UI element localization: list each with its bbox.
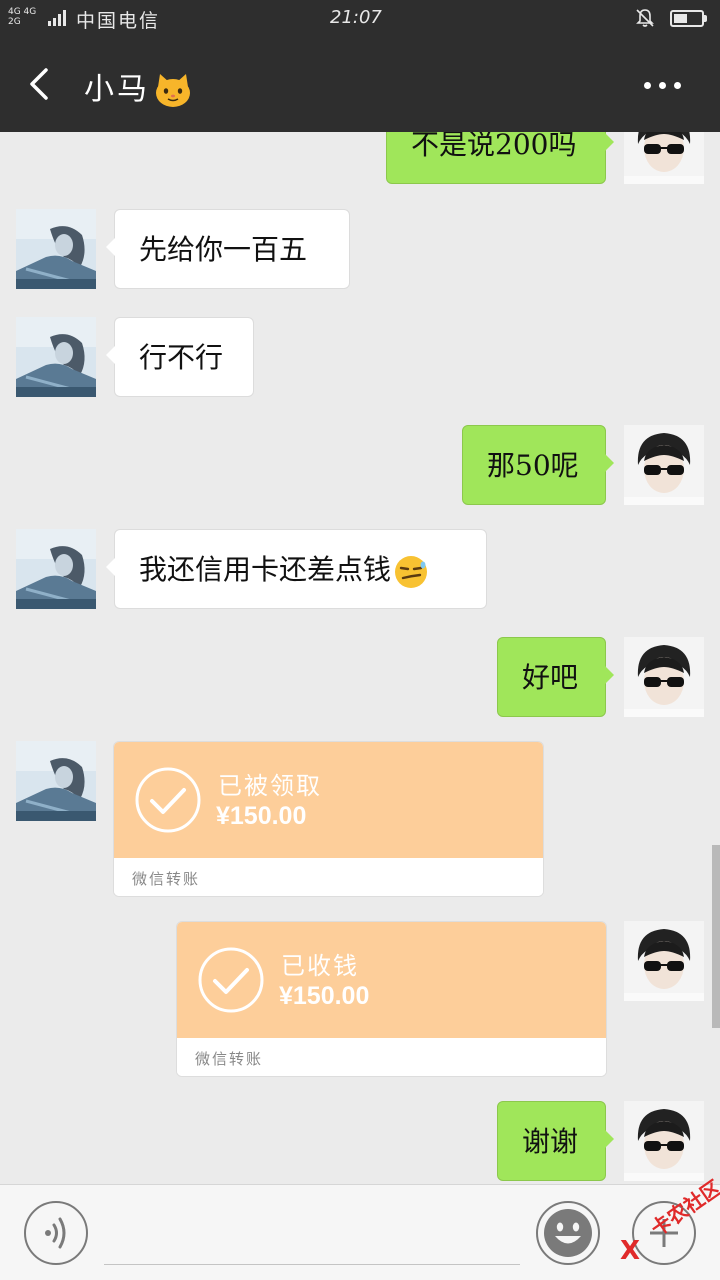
voice-icon xyxy=(45,1217,66,1249)
transfer-amount: ¥150.00 xyxy=(216,802,307,830)
transfer-label: 微信转账 xyxy=(195,1050,264,1068)
avatar-self[interactable] xyxy=(624,1101,704,1181)
battery-level xyxy=(674,14,687,23)
transfer-status: 已收钱 xyxy=(281,952,359,980)
battery-tip xyxy=(704,15,707,22)
chat-title: 小马 xyxy=(84,64,192,109)
message-bubble-outgoing[interactable]: 不是说200吗 xyxy=(386,132,614,184)
transfer-card-incoming[interactable]: 已被领取 ¥150.00 微信转账 xyxy=(113,741,544,897)
self-avatar-image xyxy=(624,425,704,505)
self-avatar-image xyxy=(624,637,704,717)
message-text: 我还信用卡还差点钱 xyxy=(139,553,392,586)
self-avatar-image xyxy=(624,132,704,184)
carrier-name: 中国电信 xyxy=(76,10,161,32)
message-text: 好吧 xyxy=(522,661,579,694)
signal-bars-icon xyxy=(48,10,66,26)
contact-name: 小马 xyxy=(84,72,150,107)
transfer-label: 微信转账 xyxy=(132,870,201,888)
clock: 21:07 xyxy=(330,7,382,28)
emoji-button[interactable] xyxy=(536,1201,600,1265)
smirk-face-icon xyxy=(395,555,428,588)
transfer-card-footer: 微信转账 xyxy=(114,858,543,896)
avatar-contact[interactable] xyxy=(16,741,96,821)
message-text: 谢谢 xyxy=(522,1125,579,1158)
message-bubble-incoming[interactable]: 我还信用卡还差点钱 xyxy=(106,529,487,609)
contact-avatar-image xyxy=(16,741,96,821)
avatar-self[interactable] xyxy=(624,921,704,1001)
message-bubble-outgoing[interactable]: 好吧 xyxy=(497,637,614,717)
transfer-amount: ¥150.00 xyxy=(279,982,370,1010)
avatar-contact[interactable] xyxy=(16,529,96,609)
contact-avatar-image xyxy=(16,317,96,397)
avatar-contact[interactable] xyxy=(16,317,96,397)
cat-face-icon xyxy=(156,73,190,107)
notifications-muted-icon xyxy=(636,9,654,27)
avatar-self[interactable] xyxy=(624,425,704,505)
input-bar xyxy=(0,1184,720,1280)
self-avatar-image xyxy=(624,921,704,1001)
message-bubble-outgoing[interactable]: 那50呢 xyxy=(462,425,614,505)
battery-icon xyxy=(670,10,704,27)
network-indicator: 4G 4G 2G xyxy=(8,7,36,27)
message-text: 行不行 xyxy=(139,341,224,374)
status-bar: 4G 4G 2G 中国电信 21:07 xyxy=(0,0,720,36)
transfer-card-header: 已收钱 ¥150.00 xyxy=(177,922,606,1038)
contact-avatar-image xyxy=(16,529,96,609)
message-text: 不是说200吗 xyxy=(411,132,577,161)
network-type-bottom: 2G xyxy=(8,17,21,27)
plus-icon xyxy=(650,1219,678,1247)
chat-area[interactable]: 不是说200吗 先给你一百五 行不行 那50呢 我还信用卡还差点钱 好吧 已被领… xyxy=(0,132,720,1184)
transfer-status: 已被领取 xyxy=(218,772,322,800)
avatar-contact[interactable] xyxy=(16,209,96,289)
chevron-left-icon[interactable] xyxy=(22,66,58,102)
message-bubble-incoming[interactable]: 先给你一百五 xyxy=(106,209,350,289)
check-circle-icon xyxy=(135,767,201,833)
avatar-self[interactable] xyxy=(624,637,704,717)
transfer-card-header: 已被领取 ¥150.00 xyxy=(114,742,543,858)
message-input[interactable] xyxy=(104,1205,520,1265)
contact-avatar-image xyxy=(16,209,96,289)
more-dots-icon[interactable] xyxy=(638,74,688,94)
message-text: 先给你一百五 xyxy=(139,233,308,266)
message-text: 那50呢 xyxy=(487,449,579,482)
plus-button[interactable] xyxy=(632,1201,696,1265)
avatar-self[interactable] xyxy=(624,132,704,184)
check-circle-icon xyxy=(198,947,264,1013)
transfer-card-footer: 微信转账 xyxy=(177,1038,606,1076)
voice-button[interactable] xyxy=(24,1201,88,1265)
message-bubble-incoming[interactable]: 行不行 xyxy=(106,317,254,397)
transfer-card-outgoing[interactable]: 已收钱 ¥150.00 微信转账 xyxy=(176,921,607,1077)
chat-header: 小马 xyxy=(0,36,720,132)
scrollbar[interactable] xyxy=(712,845,720,1028)
message-bubble-outgoing[interactable]: 谢谢 xyxy=(497,1101,614,1181)
self-avatar-image xyxy=(624,1101,704,1181)
emoji-icon xyxy=(544,1209,592,1257)
network-type-top: 4G 4G xyxy=(8,7,37,17)
